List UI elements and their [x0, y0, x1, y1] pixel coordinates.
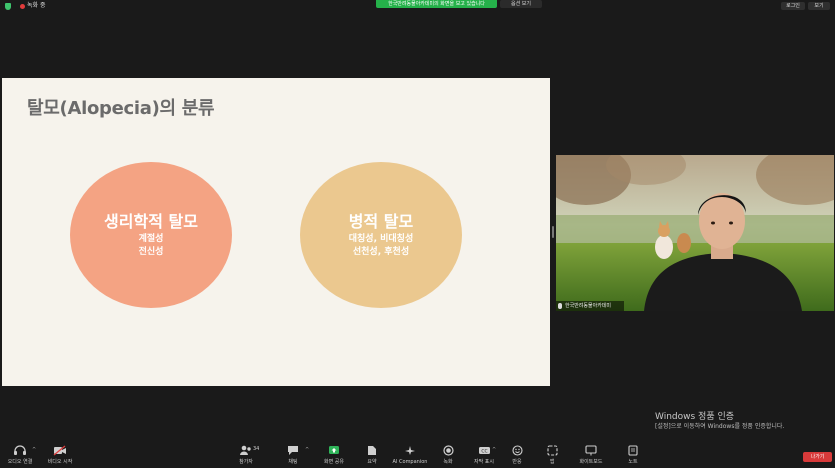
apps-icon: [546, 445, 558, 456]
participant-name: 한국반려동물아카데미: [565, 303, 612, 309]
record-icon: [442, 445, 454, 456]
circle-line: 대칭성, 비대칭성: [348, 234, 414, 244]
participants-label: 참가자: [239, 459, 253, 465]
audio-label: 오디오 연결: [7, 459, 33, 465]
activation-subtitle: [설정]으로 이동하여 Windows를 정품 인증합니다.: [655, 423, 785, 430]
camera-off-icon: [53, 445, 66, 456]
view-button[interactable]: 보기: [808, 2, 830, 10]
record-label: 녹화: [443, 459, 453, 465]
recording-icon: [20, 4, 25, 9]
video-label: 비디오 시작: [47, 459, 73, 465]
share-screen-button[interactable]: 화면 공유: [320, 445, 348, 466]
recording-label[interactable]: 녹화 중: [27, 1, 45, 11]
video-frame: [556, 155, 834, 311]
pathological-circle: 병적 탈모 대칭성, 비대칭성 선천성, 후천성: [300, 162, 462, 308]
chevron-up-icon[interactable]: ^: [305, 447, 309, 453]
audio-button[interactable]: 오디오 연결: [5, 445, 35, 466]
microphone-icon: [558, 303, 562, 309]
circle-line: 전신성: [138, 247, 164, 257]
circle-title: 병적 탈모: [348, 212, 414, 231]
share-screen-icon: [329, 446, 339, 454]
notes-icon: [628, 445, 638, 456]
reactions-button[interactable]: 반응: [508, 445, 526, 466]
apps-label: 앱: [549, 459, 555, 465]
exit-button[interactable]: 나가기: [803, 452, 832, 462]
whiteboard-button[interactable]: 화이트보드: [576, 445, 606, 466]
document-icon: [368, 446, 376, 455]
chat-icon: [288, 446, 298, 455]
summary-label: 요약: [367, 459, 377, 465]
physiological-circle: 생리학적 탈모 계절성 전신성: [70, 162, 232, 308]
circle-line: 계절성: [138, 234, 164, 244]
participant-video[interactable]: 한국반려동물아카데미: [556, 155, 834, 311]
share-label: 화면 공유: [324, 459, 344, 465]
sparkle-icon: [405, 446, 415, 455]
top-bar: 녹화 중 한국반려동물아카데미의 화면을 보고 있습니다 옵션 보기 로그인 보…: [0, 0, 835, 12]
chevron-up-icon[interactable]: ^: [32, 447, 36, 453]
view-options-button[interactable]: 옵션 보기: [500, 0, 542, 8]
svg-text:CC: CC: [481, 449, 487, 455]
share-banner: 한국반려동물아카데미의 화면을 보고 있습니다: [376, 0, 497, 8]
whiteboard-label: 화이트보드: [579, 459, 603, 465]
summary-button[interactable]: 요약: [362, 445, 382, 466]
ai-companion-label: AI Companion: [392, 459, 428, 465]
whiteboard-icon: [585, 445, 597, 456]
apps-button[interactable]: 앱: [544, 445, 560, 466]
circle-title: 생리학적 탈모: [104, 212, 198, 231]
chevron-up-icon[interactable]: ^: [492, 447, 496, 453]
shield-icon[interactable]: [5, 3, 11, 10]
captions-label: 자막 표시: [474, 459, 494, 465]
captions-icon: CC: [478, 447, 490, 455]
participants-count: 34: [253, 446, 260, 452]
video-button[interactable]: 비디오 시작: [44, 445, 76, 466]
notes-label: 노트: [628, 459, 638, 465]
resize-handle[interactable]: [552, 226, 554, 238]
slide-title: 탈모(Alopecia)의 분류: [27, 98, 215, 119]
circle-line: 선천성, 후천성: [352, 247, 410, 257]
smiley-icon: [511, 445, 523, 456]
headphones-icon: [14, 445, 26, 455]
record-button[interactable]: 녹화: [439, 445, 457, 466]
ai-companion-button[interactable]: AI Companion: [391, 445, 429, 466]
participants-icon: [240, 445, 251, 455]
chat-button[interactable]: 채팅: [283, 445, 303, 466]
shared-slide: 탈모(Alopecia)의 분류 생리학적 탈모 계절성 전신성 병적 탈모 대…: [2, 78, 550, 386]
notes-button[interactable]: 노트: [625, 445, 641, 466]
login-button[interactable]: 로그인: [781, 2, 805, 10]
reactions-label: 반응: [512, 459, 522, 465]
chat-label: 채팅: [288, 459, 298, 465]
